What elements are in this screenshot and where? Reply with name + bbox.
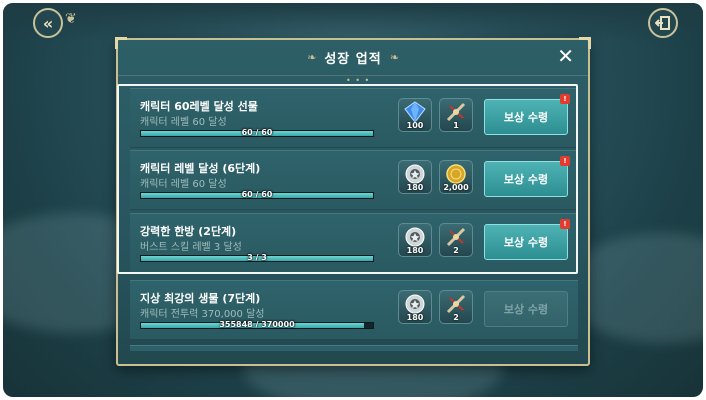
reward-slot[interactable]: 1	[439, 98, 473, 132]
reward-slot[interactable]: 2	[439, 290, 473, 324]
silver-medal-icon	[405, 164, 425, 184]
ornament-icon: ❦	[65, 11, 77, 27]
reward-slot[interactable]: 180	[398, 290, 432, 324]
close-button[interactable]: ✕	[557, 46, 574, 66]
chevron-left-icon: «	[42, 13, 54, 33]
progress-bar: 3 / 3	[140, 253, 374, 262]
gold-coin-icon	[446, 164, 466, 184]
progress-text: 60 / 60	[241, 128, 273, 137]
achievement-condition: 캐릭터 레벨 60 달성	[140, 179, 227, 190]
reward-quantity: 100	[406, 121, 424, 130]
scroll-icon	[446, 227, 466, 247]
achievement-title: 캐릭터 60레벨 달성 선물	[140, 100, 258, 113]
next-row-partial	[130, 345, 578, 351]
reward-quantity: 2,000	[443, 183, 469, 192]
reward-quantity: 2	[453, 313, 459, 322]
claim-reward-button-disabled[interactable]: 보상 수령	[484, 291, 568, 327]
achievement-condition: 버스트 스킬 레벨 3 달성	[140, 242, 242, 253]
achievement-row: 지상 최강의 생물 (7단계) 캐릭터 전투력 370,000 달성 35584…	[130, 280, 578, 340]
scroll-indicator: • • •	[346, 76, 371, 85]
notification-badge: !	[560, 219, 570, 229]
reward-slot[interactable]: 2,000	[439, 160, 473, 194]
exit-door-icon	[655, 16, 670, 30]
top-bar-shade	[3, 3, 703, 43]
progress-text: 60 / 60	[241, 190, 273, 199]
reward-quantity: 180	[406, 183, 424, 192]
achievement-row: 강력한 한방 (2단계) 버스트 스킬 레벨 3 달성 3 / 3 180 2 …	[130, 213, 578, 273]
achievement-row: 캐릭터 레벨 달성 (6단계) 캐릭터 레벨 60 달성 60 / 60 180…	[130, 150, 578, 210]
silver-medal-icon	[405, 294, 425, 314]
claim-reward-button[interactable]: 보상 수령	[484, 99, 568, 135]
achievement-condition: 캐릭터 레벨 60 달성	[140, 117, 227, 128]
progress-bar: 60 / 60	[140, 190, 374, 199]
claim-reward-button[interactable]: 보상 수령	[484, 224, 568, 260]
blue-gem-icon	[404, 101, 426, 123]
reward-slot[interactable]: 180	[398, 223, 432, 257]
reward-quantity: 180	[406, 246, 424, 255]
claim-reward-button[interactable]: 보상 수령	[484, 161, 568, 197]
achievement-title: 강력한 한방 (2단계)	[140, 225, 237, 238]
progress-bar: 355848 / 370000	[140, 320, 374, 329]
progress-text: 355848 / 370000	[219, 320, 295, 329]
modal-header: ❧ 성장 업적 ❧	[118, 40, 588, 76]
achievement-title: 캐릭터 레벨 달성 (6단계)	[140, 162, 261, 175]
leaf-ornament-icon: ❧	[389, 51, 399, 64]
reward-slot[interactable]: 2	[439, 223, 473, 257]
exit-button[interactable]	[648, 8, 678, 38]
notification-badge: !	[560, 156, 570, 166]
silver-medal-icon	[405, 227, 425, 247]
reward-quantity: 1	[453, 121, 459, 130]
notification-badge: !	[560, 94, 570, 104]
leaf-ornament-icon: ❧	[307, 51, 317, 64]
achievement-condition: 캐릭터 전투력 370,000 달성	[140, 309, 265, 320]
back-button[interactable]: «	[33, 8, 63, 38]
reward-slot[interactable]: 180	[398, 160, 432, 194]
modal-title: 성장 업적	[324, 52, 382, 67]
reward-quantity: 180	[406, 313, 424, 322]
reward-quantity: 2	[453, 246, 459, 255]
progress-bar: 60 / 60	[140, 128, 374, 137]
scroll-icon	[446, 102, 466, 122]
achievement-row: 캐릭터 60레벨 달성 선물 캐릭터 레벨 60 달성 60 / 60 100 …	[130, 88, 578, 148]
reward-slot[interactable]: 100	[398, 98, 432, 132]
achievement-title: 지상 최강의 생물 (7단계)	[140, 292, 261, 305]
progress-text: 3 / 3	[247, 253, 267, 262]
scroll-icon	[446, 294, 466, 314]
